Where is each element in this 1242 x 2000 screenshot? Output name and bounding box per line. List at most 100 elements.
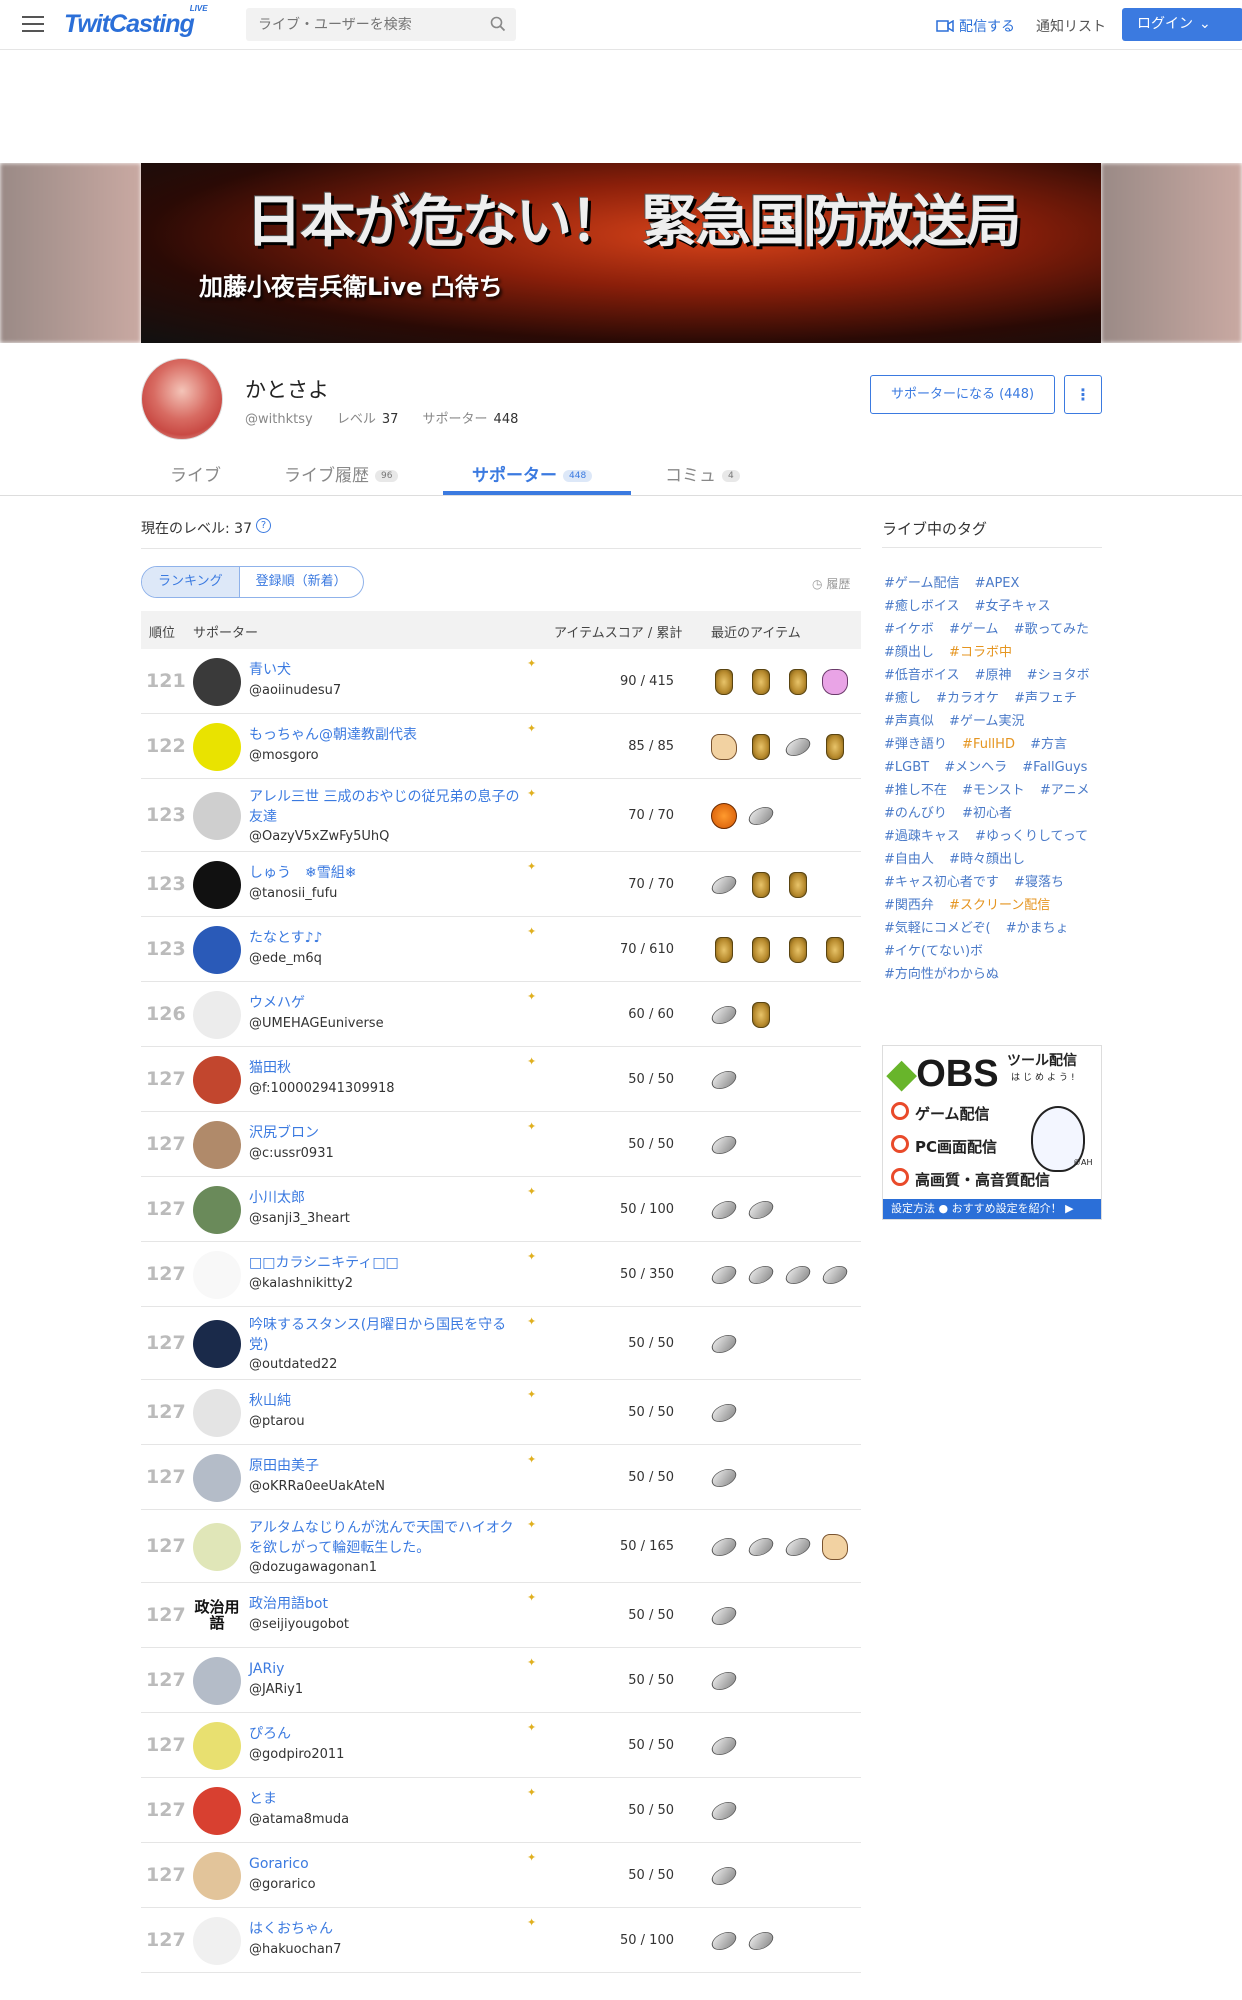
coin-item-icon[interactable] bbox=[708, 872, 740, 898]
tag-link[interactable]: #ゲーム実況 bbox=[949, 714, 1025, 729]
broadcast-link[interactable]: 配信する bbox=[936, 16, 1015, 36]
supporter-name[interactable]: ウメハゲ bbox=[249, 993, 524, 1013]
avatar[interactable] bbox=[193, 1121, 241, 1169]
coin-item-icon[interactable] bbox=[782, 734, 814, 760]
tag-link[interactable]: #イケボ bbox=[884, 622, 934, 637]
coin-item-icon[interactable] bbox=[708, 1002, 740, 1028]
supporter-name[interactable]: 青い犬 bbox=[249, 660, 524, 680]
help-icon[interactable]: ? bbox=[255, 518, 271, 533]
tag-link[interactable]: #アニメ bbox=[1040, 783, 1090, 798]
avatar[interactable] bbox=[193, 1722, 241, 1770]
menu-icon[interactable] bbox=[22, 16, 44, 34]
tag-link[interactable]: #ゆっくりしてって bbox=[975, 829, 1088, 844]
supporter-name[interactable]: しゅう ❄雪組❄ bbox=[249, 863, 524, 883]
supporter-name[interactable]: Gorarico bbox=[249, 1854, 524, 1874]
more-menu-button[interactable]: ⋮ bbox=[1064, 375, 1102, 414]
avatar[interactable] bbox=[193, 658, 241, 706]
coin-item-icon[interactable] bbox=[708, 1733, 740, 1759]
avatar[interactable] bbox=[193, 861, 241, 909]
avatar[interactable] bbox=[193, 991, 241, 1039]
supporter-name[interactable]: 沢尻ブロン bbox=[249, 1123, 524, 1143]
table-row[interactable]: 123 たなとす♪♪ @ede_m6q ✦ 70 / 610 bbox=[141, 917, 861, 982]
tag-link[interactable]: #自由人 bbox=[884, 852, 934, 867]
table-row[interactable]: 127 Gorarico @gorarico ✦ 50 / 50 bbox=[141, 1843, 861, 1908]
sort-recent-button[interactable]: 登録順（新着） bbox=[240, 567, 363, 597]
table-row[interactable]: 122 もっちゃん@朝達教副代表 @mosgoro ✦ 85 / 85 bbox=[141, 714, 861, 779]
supporter-name[interactable]: JARiy bbox=[249, 1659, 524, 1679]
pig-item-icon[interactable] bbox=[822, 669, 848, 695]
avatar[interactable] bbox=[193, 1320, 241, 1368]
can-item-icon[interactable] bbox=[752, 872, 770, 898]
table-row[interactable]: 127 JARiy @JARiy1 ✦ 50 / 50 bbox=[141, 1648, 861, 1713]
supporter-name[interactable]: アルタムなじりんが沈んで天国でハイオクを欲しがって輪廻転生した。 bbox=[249, 1518, 524, 1558]
coin-item-icon[interactable] bbox=[708, 1534, 740, 1560]
supporter-name[interactable]: もっちゃん@朝達教副代表 bbox=[249, 725, 524, 745]
tag-link[interactable]: #関西弁 bbox=[884, 898, 934, 913]
tag-link[interactable]: #イケ(てない)ボ bbox=[884, 944, 983, 959]
tag-link[interactable]: #低音ボイス bbox=[884, 668, 960, 683]
coin-item-icon[interactable] bbox=[745, 803, 777, 829]
table-row[interactable]: 123 アレル三世 三成のおやじの従兄弟の息子の友達 @OazyV5xZwFy5Uh… bbox=[141, 779, 861, 852]
tag-link[interactable]: #弾き語り bbox=[884, 737, 947, 752]
avatar[interactable] bbox=[193, 1787, 241, 1835]
table-row[interactable]: 123 しゅう ❄雪組❄ @tanosii_fufu ✦ 70 / 70 bbox=[141, 852, 861, 917]
history-link[interactable]: ◷ 履歴 bbox=[812, 575, 850, 592]
table-row[interactable]: 127 猫田秋 @f:100002941309918 ✦ 50 / 50 bbox=[141, 1047, 861, 1112]
coin-item-icon[interactable] bbox=[708, 1603, 740, 1629]
coin-item-icon[interactable] bbox=[708, 1400, 740, 1426]
obs-ad[interactable]: ◆OBS ツール配信 はじめよう! ゲーム配信 PC画面配信 高画質・高音質配信… bbox=[882, 1045, 1102, 1220]
tag-link[interactable]: #カラオケ bbox=[936, 691, 999, 706]
table-row[interactable]: 127 小川太郎 @sanji3_3heart ✦ 50 / 100 bbox=[141, 1177, 861, 1242]
supporter-name[interactable]: とま bbox=[249, 1789, 524, 1809]
supporter-name[interactable]: ぴろん bbox=[249, 1724, 524, 1744]
supporter-name[interactable]: 猫田秋 bbox=[249, 1058, 524, 1078]
coin-item-icon[interactable] bbox=[708, 1798, 740, 1824]
coin-item-icon[interactable] bbox=[708, 1067, 740, 1093]
table-row[interactable]: 127 □□カラシニキティ□□ @kalashnikitty2 ✦ 50 / 350 bbox=[141, 1242, 861, 1307]
tag-link[interactable]: #モンスト bbox=[962, 783, 1025, 798]
supporter-name[interactable]: □□カラシニキティ□□ bbox=[249, 1253, 524, 1273]
tag-link[interactable]: #方向性がわからぬ bbox=[884, 967, 999, 982]
coin-item-icon[interactable] bbox=[708, 1331, 740, 1357]
table-row[interactable]: 126 ウメハゲ @UMEHAGEuniverse ✦ 60 / 60 bbox=[141, 982, 861, 1047]
tag-link[interactable]: #のんびり bbox=[884, 806, 947, 821]
table-row[interactable]: 127 はくおちゃん @hakuochan7 ✦ 50 / 100 bbox=[141, 1908, 861, 1973]
tag-link[interactable]: #顔出し bbox=[884, 645, 934, 660]
search-input[interactable] bbox=[246, 8, 466, 41]
supporter-name[interactable]: 秋山純 bbox=[249, 1391, 524, 1411]
tag-link[interactable]: #過疎キャス bbox=[884, 829, 960, 844]
coin-item-icon[interactable] bbox=[745, 1197, 777, 1223]
tag-link[interactable]: #女子キャス bbox=[975, 599, 1051, 614]
avatar[interactable] bbox=[193, 723, 241, 771]
tag-link[interactable]: #FullHD bbox=[962, 737, 1015, 752]
supporter-name[interactable]: 政治用語bot bbox=[249, 1594, 524, 1614]
tag-link[interactable]: #原神 bbox=[975, 668, 1012, 683]
avatar[interactable]: 政治用語 bbox=[193, 1592, 241, 1640]
coin-item-icon[interactable] bbox=[708, 1262, 740, 1288]
supporter-name[interactable]: 原田由美子 bbox=[249, 1456, 524, 1476]
tag-link[interactable]: #気軽にコメどぞ( bbox=[884, 921, 991, 936]
can-item-icon[interactable] bbox=[752, 937, 770, 963]
table-row[interactable]: 127 秋山純 @ptarou ✦ 50 / 50 bbox=[141, 1380, 861, 1445]
tag-link[interactable]: #ゲーム配信 bbox=[884, 576, 960, 591]
search-icon[interactable] bbox=[490, 16, 506, 32]
hand-item-icon[interactable] bbox=[822, 1534, 848, 1560]
table-row[interactable]: 127 とま @atama8muda ✦ 50 / 50 bbox=[141, 1778, 861, 1843]
coin-item-icon[interactable] bbox=[745, 1534, 777, 1560]
avatar[interactable] bbox=[193, 1852, 241, 1900]
tag-link[interactable]: #時々顔出し bbox=[949, 852, 1025, 867]
tab-live-history[interactable]: ライブ履歴 96 bbox=[284, 461, 399, 486]
can-item-icon[interactable] bbox=[826, 734, 844, 760]
supporter-name[interactable]: はくおちゃん bbox=[249, 1919, 524, 1939]
tag-link[interactable]: #方言 bbox=[1030, 737, 1067, 752]
profile-avatar[interactable] bbox=[141, 358, 223, 440]
tab-live[interactable]: ライブ bbox=[170, 461, 221, 486]
tab-community[interactable]: コミュ 4 bbox=[665, 461, 740, 486]
coin-item-icon[interactable] bbox=[708, 1928, 740, 1954]
coin-item-icon[interactable] bbox=[708, 1132, 740, 1158]
tag-link[interactable]: #寝落ち bbox=[1014, 875, 1064, 890]
coin-item-icon[interactable] bbox=[782, 1262, 814, 1288]
hand-item-icon[interactable] bbox=[711, 734, 737, 760]
tag-link[interactable]: #かまちょ bbox=[1006, 921, 1069, 936]
tag-link[interactable]: #癒しボイス bbox=[884, 599, 960, 614]
